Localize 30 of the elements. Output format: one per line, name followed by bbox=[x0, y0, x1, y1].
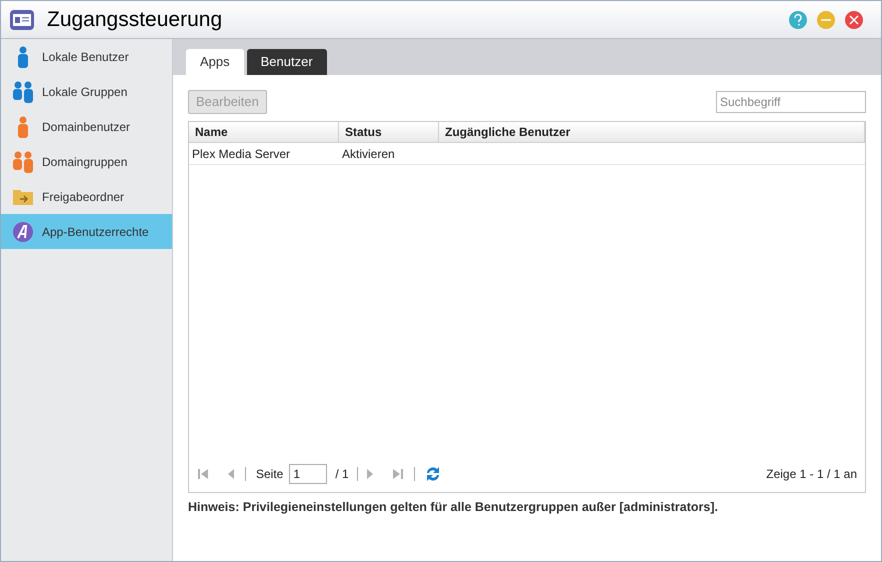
sidebar-item[interactable]: Lokale Benutzer bbox=[1, 39, 172, 74]
refresh-icon[interactable] bbox=[424, 465, 441, 483]
help-icon[interactable] bbox=[789, 10, 807, 28]
sidebar-item[interactable]: App-Benutzerrechte bbox=[1, 214, 172, 249]
last-page-icon[interactable] bbox=[392, 468, 404, 480]
page-summary: Zeige 1 - 1 / 1 an bbox=[766, 466, 857, 483]
column-header[interactable]: Zugängliche Benutzer bbox=[439, 122, 865, 142]
sidebar-item[interactable]: Lokale Gruppen bbox=[1, 74, 172, 109]
tab[interactable]: Benutzer bbox=[246, 49, 327, 75]
window-title: Zugangssteuerung bbox=[47, 6, 222, 33]
table-row[interactable]: Plex Media Server Aktivieren bbox=[189, 143, 865, 165]
sidebar-item[interactable]: Domaingruppen bbox=[1, 144, 172, 179]
id-card-icon bbox=[9, 8, 35, 32]
page-total: / 1 bbox=[335, 466, 349, 483]
sidebar-item[interactable]: Freigabeordner bbox=[1, 179, 172, 214]
column-header[interactable]: Status bbox=[339, 122, 439, 142]
column-header[interactable]: Name bbox=[189, 122, 339, 142]
page-label: Seite bbox=[256, 466, 284, 483]
close-icon[interactable] bbox=[845, 10, 863, 28]
previous-page-icon[interactable] bbox=[227, 468, 235, 480]
page-field[interactable]: 1 bbox=[289, 464, 328, 484]
note-text: Hinweis: Privilegieneinstellungen gelten für alle Benutzergruppen außer [administrators]. bbox=[188, 499, 719, 516]
search-field[interactable]: Suchbegriff bbox=[716, 91, 866, 113]
sidebar-item[interactable]: Domainbenutzer bbox=[1, 109, 172, 144]
table-cell-text: Plex Media Server bbox=[191, 146, 292, 162]
first-page-icon[interactable] bbox=[197, 468, 209, 480]
tab[interactable]: Apps bbox=[186, 49, 244, 75]
minimize-icon[interactable] bbox=[817, 10, 835, 28]
next-page-icon[interactable] bbox=[366, 468, 374, 480]
table-cell-text: Aktivieren bbox=[341, 146, 396, 162]
